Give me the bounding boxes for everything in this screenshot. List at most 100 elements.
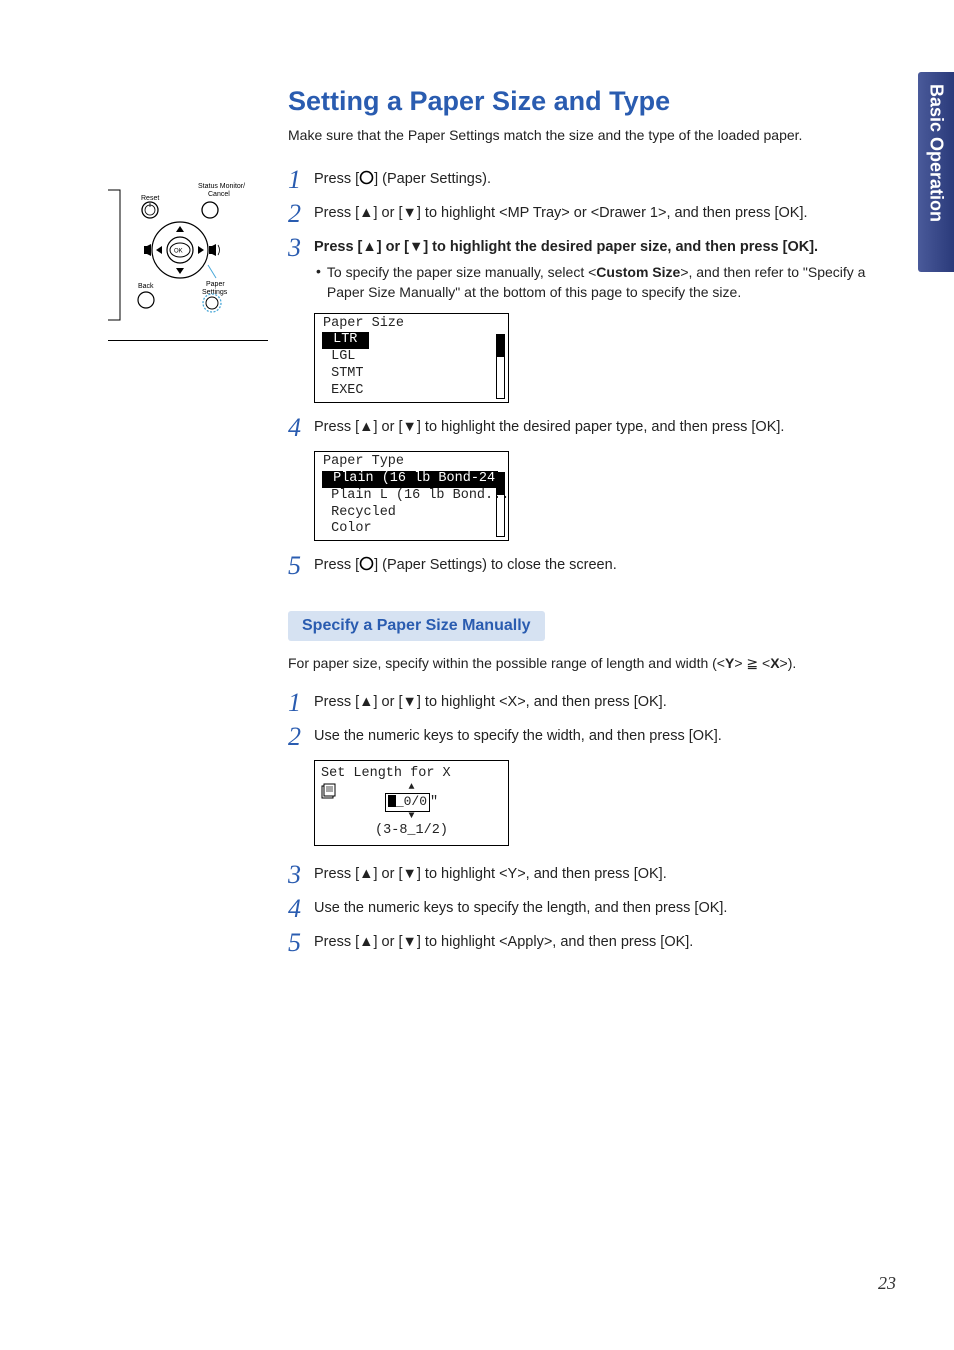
intro-text: Make sure that the Paper Settings match …: [288, 127, 878, 143]
down-arrow-icon: ▼: [409, 239, 423, 255]
step-number: 3: [288, 235, 314, 261]
step-text: ] or [: [373, 694, 402, 710]
sub-step-1: 1 Press [▲] or [▼] to highlight <X>, and…: [288, 692, 878, 716]
step-2: 2 Press [▲] or [▼] to highlight <MP Tray…: [288, 203, 878, 227]
step-text: ] (Paper Settings) to close the screen.: [374, 557, 617, 573]
svg-text:Back: Back: [138, 283, 154, 290]
step-text: Press [: [314, 171, 359, 187]
up-arrow-icon: ▲: [359, 694, 373, 710]
step-text: ] to highlight <Y>, and then press [OK].: [417, 866, 667, 882]
down-arrow-icon: ▼: [403, 419, 417, 435]
lcd-title: Set Length for X: [321, 765, 502, 783]
up-arrow-icon: ▲: [359, 419, 373, 435]
step-number: 1: [288, 690, 314, 716]
step-text: Press [: [314, 694, 359, 710]
lcd-scrollbar: [496, 472, 505, 537]
sub-step-2: 2 Use the numeric keys to specify the wi…: [288, 726, 878, 750]
up-arrow-icon: ▲: [359, 866, 373, 882]
lcd-title: Paper Type: [321, 454, 508, 471]
step-number: 2: [288, 201, 314, 227]
svg-text:Cancel: Cancel: [208, 191, 230, 198]
page-number: 23: [878, 1273, 896, 1294]
step-text: Press [: [314, 419, 359, 435]
lcd-row: EXEC: [321, 383, 508, 400]
step-text: ] to highlight the desired paper type, a…: [417, 419, 785, 435]
step-1: 1 Press [ ] (Paper Settings).: [288, 169, 878, 193]
lcd-selected: Plain (16 lb Bond-24: [322, 471, 498, 488]
step-number: 2: [288, 724, 314, 750]
lcd-selected: LTR: [322, 332, 369, 349]
lcd-row: STMT: [321, 366, 508, 383]
lcd-value: _0/0: [385, 793, 430, 812]
down-arrow-icon: ▼: [403, 694, 417, 710]
bullet-icon: •: [316, 262, 321, 282]
lcd-row: Color: [321, 521, 508, 538]
step-text: Press [: [314, 557, 359, 573]
lcd-row: Recycled: [321, 505, 508, 522]
step-text: ] or [: [373, 205, 402, 221]
main-content: Setting a Paper Size and Type Make sure …: [288, 86, 878, 966]
step-text: Press [: [314, 239, 362, 255]
step-3: 3 Press [▲] or [▼] to highlight the desi…: [288, 237, 878, 303]
side-tab: Basic Operation: [918, 72, 954, 272]
step-number: 5: [288, 553, 314, 579]
circle-icon: [359, 170, 374, 185]
lcd-paper-size: Paper Size LTR LGL STMT EXEC: [314, 313, 509, 403]
lcd-unit: ": [430, 795, 438, 810]
paper-icon: [321, 783, 339, 805]
step-number: 1: [288, 167, 314, 193]
lcd-paper-type: Paper Type Plain (16 lb Bond-24 Plain L …: [314, 451, 509, 541]
lcd-row: Plain L (16 lb Bond...: [321, 488, 508, 505]
step-5: 5 Press [ ] (Paper Settings) to close the…: [288, 555, 878, 579]
step-4: 4 Press [▲] or [▼] to highlight the desi…: [288, 417, 878, 441]
panel-divider: [108, 340, 268, 341]
step-text: ] to highlight <Apply>, and then press […: [417, 934, 693, 950]
up-arrow-icon: ▲: [321, 783, 502, 793]
step-text: ] (Paper Settings).: [374, 171, 491, 187]
step-text: >, and then press [OK].: [658, 205, 808, 221]
step-text: ] or [: [373, 866, 402, 882]
step-bold: Drawer 1: [599, 205, 658, 221]
step-text: > or <: [561, 205, 599, 221]
up-arrow-icon: ▲: [359, 934, 373, 950]
step-number: 5: [288, 930, 314, 956]
step-text: ] to highlight <X>, and then press [OK].: [417, 694, 667, 710]
step-text: ] or [: [373, 419, 402, 435]
lcd-row: LGL: [321, 349, 508, 366]
step-text: ] to highlight <: [417, 205, 508, 221]
control-panel-illustration: Status Monitor/ Cancel Reset OK Paper Se…: [108, 170, 268, 335]
svg-text:Reset: Reset: [141, 195, 159, 202]
down-arrow-icon: ▼: [403, 205, 417, 221]
lcd-title: Paper Size: [321, 316, 508, 333]
bullet-text: To specify the paper size manually, sele…: [327, 262, 878, 303]
step-text: ] to highlight the desired paper size, a…: [423, 239, 818, 255]
step-text: Press [: [314, 866, 359, 882]
step-number: 4: [288, 415, 314, 441]
step-text: Press [: [314, 934, 359, 950]
sub-step-4: 4 Use the numeric keys to specify the le…: [288, 898, 878, 922]
up-arrow-icon: ▲: [359, 205, 373, 221]
sub-step-5: 5 Press [▲] or [▼] to highlight <Apply>,…: [288, 932, 878, 956]
svg-text:Status Monitor/: Status Monitor/: [198, 183, 245, 190]
step-text: Use the numeric keys to specify the leng…: [314, 898, 878, 919]
sub-heading-box: Specify a Paper Size Manually: [288, 611, 878, 641]
step-text: Press [: [314, 205, 359, 221]
svg-text:Settings: Settings: [202, 289, 228, 296]
lcd-set-length: Set Length for X ▲ _0/0" ▼ (3-8_1/2): [314, 760, 509, 846]
step-number: 3: [288, 862, 314, 888]
step-text: ] or [: [377, 239, 409, 255]
down-arrow-icon: ▼: [403, 866, 417, 882]
down-arrow-icon: ▼: [403, 934, 417, 950]
page-title: Setting a Paper Size and Type: [288, 86, 878, 117]
step-number: 4: [288, 896, 314, 922]
svg-text:OK: OK: [174, 249, 183, 255]
sub-intro: For paper size, specify within the possi…: [288, 655, 878, 672]
svg-text:Paper: Paper: [206, 281, 225, 288]
step-text: Use the numeric keys to specify the widt…: [314, 726, 878, 747]
lcd-range: (3-8_1/2): [321, 822, 502, 840]
step-text: ] or [: [373, 934, 402, 950]
sub-heading: Specify a Paper Size Manually: [288, 611, 545, 641]
step-bold: MP Tray: [508, 205, 562, 221]
down-arrow-icon: ▼: [321, 812, 502, 822]
sub-step-3: 3 Press [▲] or [▼] to highlight <Y>, and…: [288, 864, 878, 888]
